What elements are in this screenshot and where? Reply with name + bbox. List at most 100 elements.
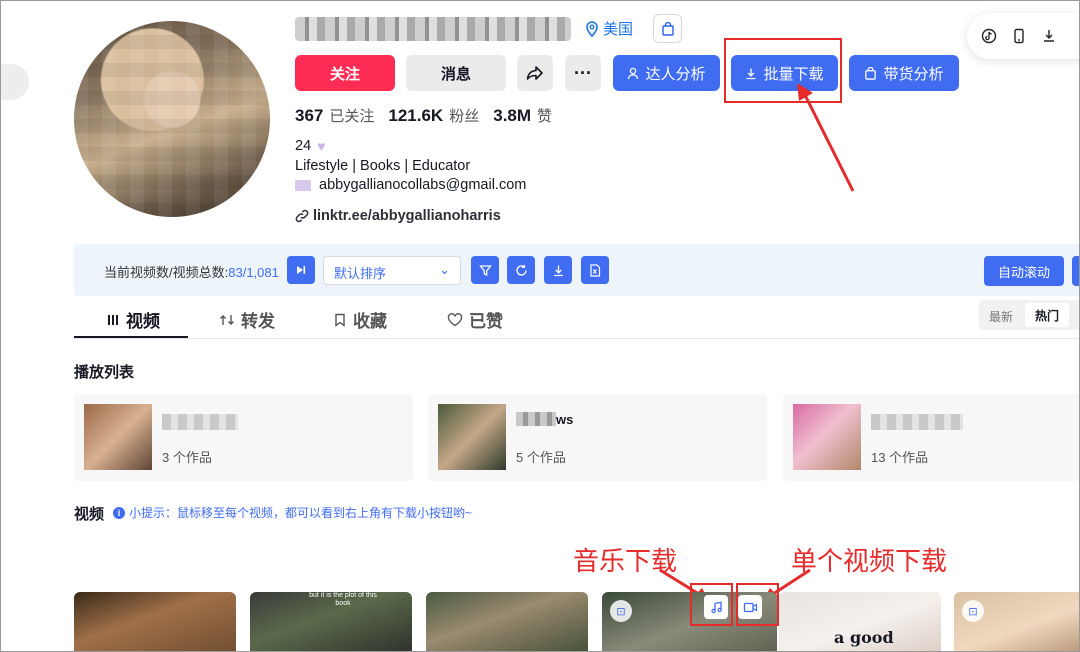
app-frame: 美国 关注 消息 ··· 达人分析 批量下载 带货分析 367 已关注 121.6… <box>0 0 1080 652</box>
video-control-bar: 当前视频数/视频总数:83/1,081 默认排序 ⌄ 自动滚动 <box>74 244 1079 296</box>
share-button[interactable] <box>517 55 553 91</box>
stat-followers-value: 121.6K <box>388 106 444 125</box>
tab-videos[interactable]: 视频 <box>106 307 160 332</box>
chevron-down-icon: ⌄ <box>439 262 450 277</box>
location: 美国 <box>585 18 633 39</box>
tab-reposts-label: 转发 <box>241 312 275 331</box>
location-text: 美国 <box>603 21 634 38</box>
stat-likes-value: 3.8M <box>493 106 532 125</box>
playlist-thumbnail <box>84 404 152 470</box>
heart-icon <box>447 312 463 326</box>
filter-icon <box>478 264 492 276</box>
highlight-music-download <box>690 583 733 626</box>
sort-select-value: 默认排序 <box>334 266 387 281</box>
video-thumbnail[interactable] <box>426 592 588 651</box>
playlist-card[interactable]: 3 个作品 <box>74 394 413 481</box>
refresh-button[interactable] <box>507 256 535 284</box>
tip-text: 小提示：鼠标移至每个视频，都可以看到右上角有下载小按钮哟~ <box>129 506 473 520</box>
playlist-card[interactable]: 13 个作品 <box>783 394 1079 481</box>
playlist-card[interactable]: ws 5 个作品 <box>428 394 767 481</box>
download-icon <box>553 265 563 276</box>
side-collapse-handle[interactable] <box>1 64 29 100</box>
avatar <box>74 21 270 217</box>
repost-icon <box>220 314 234 325</box>
video-count-current: 83 <box>228 265 243 280</box>
profile-link-text: linktr.ee/abbygallianoharris <box>313 208 501 224</box>
goods-analysis-label: 带货分析 <box>883 65 944 83</box>
tab-liked-label: 已赞 <box>469 312 503 331</box>
video-thumbnail[interactable]: ⊡ <box>954 592 1079 651</box>
sort-select[interactable]: 默认排序 ⌄ <box>323 256 461 285</box>
content-tabs: 视频 转发 收藏 已赞 <box>74 301 1079 339</box>
message-button[interactable]: 消息 <box>406 55 506 91</box>
video-thumbnail[interactable]: but it is the plot of this book <box>250 592 412 651</box>
playlist-count: 13 个作品 <box>871 450 929 465</box>
shop-button[interactable] <box>653 14 682 43</box>
shopping-bag-icon[interactable]: ⊡ <box>962 600 984 622</box>
shopping-bag-icon <box>661 21 674 36</box>
influencer-analysis-label: 达人分析 <box>645 65 706 83</box>
video-count-label: 当前视频数/视频总数: <box>104 265 229 280</box>
envelope-icon <box>295 179 311 191</box>
videos-title: 视频 <box>74 506 105 523</box>
tab-favorites-label: 收藏 <box>353 312 387 331</box>
sort-latest[interactable]: 最新 <box>989 308 1013 325</box>
download-icon[interactable] <box>1041 28 1057 44</box>
video-count: 当前视频数/视频总数:83/1,081 <box>104 262 279 281</box>
stat-following-value: 367 <box>295 106 324 125</box>
extra-control-button[interactable] <box>1072 256 1079 286</box>
stat-likes: 3.8M 赞 <box>493 105 552 126</box>
playlist-name-blurred <box>162 414 238 430</box>
location-pin-icon <box>586 20 598 37</box>
download-all-button[interactable] <box>544 256 572 284</box>
grid-icon <box>108 314 118 325</box>
tab-videos-label: 视频 <box>126 312 160 331</box>
goods-analysis-button[interactable]: 带货分析 <box>849 55 959 91</box>
tab-reposts[interactable]: 转发 <box>219 307 275 332</box>
highlight-video-download <box>736 583 779 626</box>
share-icon <box>526 66 543 80</box>
playlist-thumbnail <box>438 404 506 470</box>
stat-following[interactable]: 367 已关注 <box>295 105 374 126</box>
mobile-icon[interactable] <box>1011 28 1027 44</box>
bio-age-line: 24 ♥ <box>295 138 325 154</box>
purple-heart-icon: ♥ <box>317 138 326 154</box>
export-excel-button[interactable] <box>581 256 609 284</box>
auto-scroll-button[interactable]: 自动滚动 <box>984 256 1064 286</box>
video-count-total: /1,081 <box>242 265 279 280</box>
follow-button[interactable]: 关注 <box>295 55 395 91</box>
playlist-name: ws <box>516 412 576 427</box>
bookmark-icon <box>335 313 345 327</box>
link-icon <box>295 209 309 223</box>
user-icon <box>628 67 639 79</box>
playlist-count: 3 个作品 <box>162 450 212 465</box>
influencer-analysis-button[interactable]: 达人分析 <box>613 55 720 91</box>
profile-link[interactable]: linktr.ee/abbygallianoharris <box>295 208 501 224</box>
bio-email: abbygallianocollabs@gmail.com <box>319 177 527 193</box>
load-more-button[interactable] <box>287 256 315 284</box>
floating-toolbar <box>967 13 1079 59</box>
bio-tags: Lifestyle | Books | Educator <box>295 158 471 174</box>
tab-favorites[interactable]: 收藏 <box>333 307 387 332</box>
stat-followers[interactable]: 121.6K 粉丝 <box>388 105 479 126</box>
video-thumbnail[interactable]: a good <box>779 592 941 651</box>
bio-email-line: abbygallianocollabs@gmail.com <box>295 177 526 193</box>
tip-text-row: i 小提示：鼠标移至每个视频，都可以看到右上角有下载小按钮哟~ <box>113 504 472 521</box>
video-caption: a good <box>834 628 894 647</box>
profile-stats: 367 已关注 121.6K 粉丝 3.8M 赞 <box>295 105 552 126</box>
stat-likes-label: 赞 <box>537 108 553 125</box>
shopping-bag-icon[interactable]: ⊡ <box>610 600 632 622</box>
shopping-bag-icon <box>865 66 877 80</box>
tab-liked[interactable]: 已赞 <box>447 307 503 332</box>
skip-next-icon <box>297 266 306 274</box>
filter-button[interactable] <box>471 256 499 284</box>
video-thumbnail[interactable] <box>74 592 236 651</box>
tiktok-icon[interactable] <box>981 28 997 44</box>
stat-following-label: 已关注 <box>329 108 375 125</box>
active-tab-indicator <box>74 336 188 338</box>
more-button[interactable]: ··· <box>565 55 601 91</box>
playlist-count: 5 个作品 <box>516 450 566 465</box>
refresh-icon <box>515 264 527 276</box>
stat-followers-label: 粉丝 <box>449 108 480 125</box>
sort-popular[interactable]: 热门 <box>1025 303 1069 327</box>
